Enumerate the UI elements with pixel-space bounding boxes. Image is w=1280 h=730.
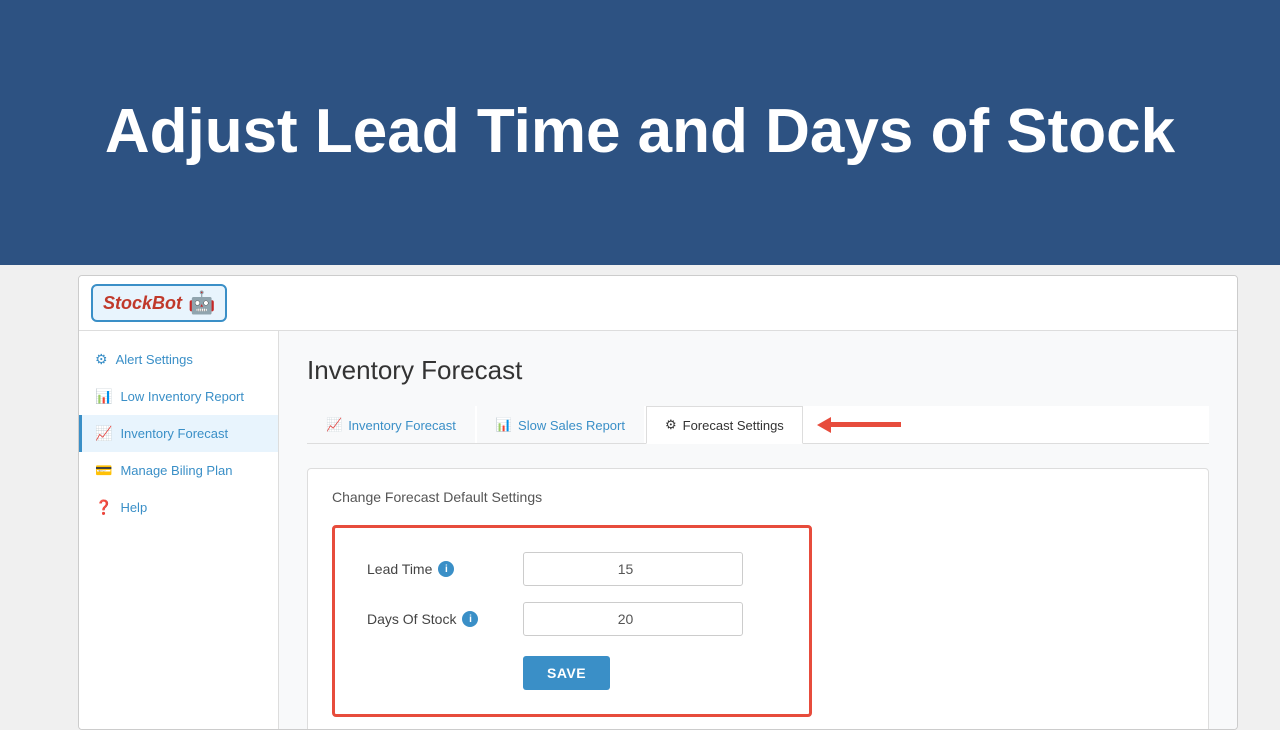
arrow-head-icon (817, 417, 831, 433)
hero-title: Adjust Lead Time and Days of Stock (105, 95, 1175, 169)
sidebar-item-alert-settings[interactable]: ⚙ Alert Settings (79, 341, 278, 378)
logo-text: StockBot (103, 293, 182, 314)
save-button[interactable]: SAVE (523, 656, 610, 690)
sidebar-item-inventory-forecast[interactable]: 📈 Inventory Forecast (79, 415, 278, 452)
logo-box[interactable]: StockBot 🤖 (91, 284, 227, 322)
arrow-indicator (817, 417, 901, 433)
lead-time-row: Lead Time i (367, 552, 777, 586)
sidebar-label-help: Help (120, 500, 147, 515)
arrow-shaft (831, 422, 901, 427)
sidebar-item-billing[interactable]: 💳 Manage Biling Plan (79, 452, 278, 489)
robot-icon: 🤖 (188, 290, 215, 316)
billing-icon: 💳 (95, 462, 112, 479)
days-of-stock-input[interactable] (523, 602, 743, 636)
line-chart-icon: 📈 (95, 425, 112, 442)
tab-label-inventory-forecast: Inventory Forecast (348, 418, 456, 433)
forecast-form: Lead Time i Days Of Stock i (332, 525, 812, 717)
settings-tab-icon: ⚙ (665, 417, 677, 433)
days-of-stock-row: Days Of Stock i (367, 602, 777, 636)
tab-forecast-settings[interactable]: ⚙ Forecast Settings (646, 406, 803, 444)
sidebar-item-help[interactable]: ❓ Help (79, 489, 278, 526)
hero-banner: Adjust Lead Time and Days of Stock (0, 0, 1280, 265)
sidebar-label-low-inventory: Low Inventory Report (120, 389, 244, 404)
logo-area: StockBot 🤖 (91, 284, 227, 322)
lead-time-info-icon[interactable]: i (438, 561, 454, 577)
tab-label-slow-sales: Slow Sales Report (518, 418, 625, 433)
tab-slow-sales-report[interactable]: 📊 Slow Sales Report (477, 406, 644, 443)
forecast-tab-icon: 📈 (326, 417, 342, 433)
page-title: Inventory Forecast (307, 355, 1209, 386)
days-of-stock-info-icon[interactable]: i (462, 611, 478, 627)
slow-sales-tab-icon: 📊 (496, 417, 512, 433)
bar-chart-icon: 📊 (95, 388, 112, 405)
lead-time-label: Lead Time i (367, 561, 507, 577)
sidebar-label-alert-settings: Alert Settings (116, 352, 193, 367)
tab-inventory-forecast[interactable]: 📈 Inventory Forecast (307, 406, 475, 443)
tabs-container: 📈 Inventory Forecast 📊 Slow Sales Report… (307, 406, 1209, 444)
top-bar: StockBot 🤖 (79, 276, 1237, 331)
sidebar: ⚙ Alert Settings 📊 Low Inventory Report … (79, 331, 279, 729)
settings-card-title: Change Forecast Default Settings (332, 489, 1184, 505)
tab-label-forecast-settings: Forecast Settings (683, 418, 784, 433)
settings-card: Change Forecast Default Settings Lead Ti… (307, 468, 1209, 729)
lead-time-input[interactable] (523, 552, 743, 586)
main-content: Inventory Forecast 📈 Inventory Forecast … (279, 331, 1237, 729)
sidebar-label-inventory-forecast: Inventory Forecast (120, 426, 228, 441)
sidebar-label-billing: Manage Biling Plan (120, 463, 232, 478)
days-of-stock-label: Days Of Stock i (367, 611, 507, 627)
gear-icon: ⚙ (95, 351, 108, 368)
help-icon: ❓ (95, 499, 112, 516)
app-frame: StockBot 🤖 ⚙ Alert Settings 📊 Low Invent… (78, 275, 1238, 730)
sidebar-item-low-inventory[interactable]: 📊 Low Inventory Report (79, 378, 278, 415)
content-area: ⚙ Alert Settings 📊 Low Inventory Report … (79, 331, 1237, 729)
